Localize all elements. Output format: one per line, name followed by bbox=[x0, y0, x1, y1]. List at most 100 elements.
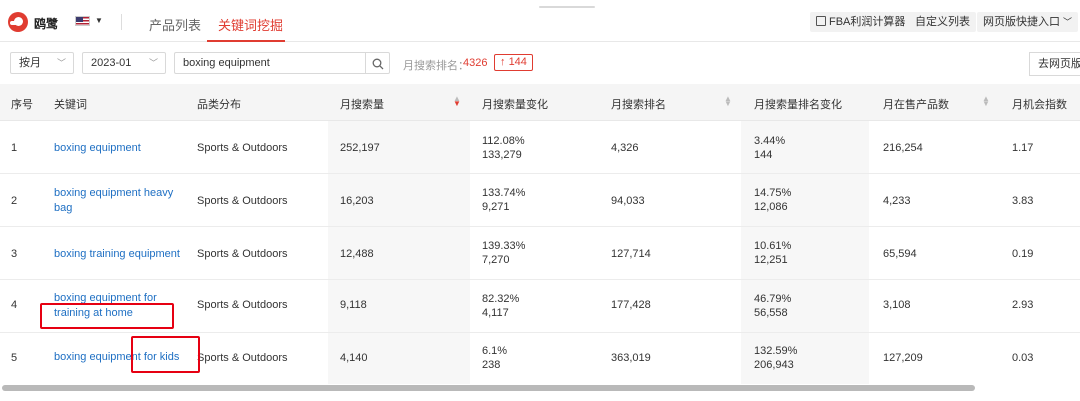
search-volume: 9,118 bbox=[340, 299, 367, 311]
tab-keyword-mining[interactable]: 关键词挖掘 bbox=[218, 15, 283, 34]
sort-icon[interactable]: ▲ ▼ bbox=[724, 95, 732, 108]
volume-change-pct: 133.74% bbox=[482, 187, 526, 199]
row-number: 2 bbox=[11, 195, 18, 207]
col-header-volume-change: 月搜索量变化 bbox=[482, 99, 548, 111]
volume-change: 139.33% 7,270 bbox=[482, 239, 525, 267]
chevron-down-icon: ﹀ bbox=[56, 58, 66, 68]
rank-change-badge: ↑ 144 bbox=[494, 54, 533, 71]
opportunity-index: 0.19 bbox=[1012, 248, 1034, 260]
col-header-rank-change: 月搜索量排名变化 bbox=[754, 99, 842, 111]
fba-calculator-label: FBA利润计算器 bbox=[829, 16, 906, 28]
custom-list-button[interactable]: 自定义列表 bbox=[909, 12, 976, 32]
category: Sports & Outdoors bbox=[197, 352, 288, 364]
volume-change-abs: 7,270 bbox=[482, 254, 510, 266]
rank-change-abs: 144 bbox=[754, 149, 773, 161]
table-header: 序号 关键词 品类分布 月搜索量 ▲ ▼ 月搜索量变化 月搜索排名 ▲ ▼ 月搜索量… bbox=[0, 84, 1080, 121]
volume-change-abs: 238 bbox=[482, 359, 501, 371]
col-header-products[interactable]: 月在售产品数 bbox=[883, 96, 949, 112]
chevron-down-icon: ﹀ bbox=[1063, 17, 1073, 27]
col-header-opportunity: 月机会指数 bbox=[1012, 99, 1067, 111]
search-volume: 4,140 bbox=[340, 352, 368, 364]
rank-change-pct: 14.75% bbox=[754, 187, 792, 199]
products-count: 4,233 bbox=[883, 195, 911, 207]
search-rank: 4,326 bbox=[611, 142, 639, 154]
volume-change: 82.32% 4,117 bbox=[482, 292, 519, 320]
search-button[interactable] bbox=[365, 52, 390, 74]
table-row: 3 boxing training equipment Sports & Out… bbox=[0, 228, 1080, 280]
col-header-rank[interactable]: 月搜索排名 bbox=[611, 96, 666, 112]
volume-change: 112.08% 133,279 bbox=[482, 134, 525, 162]
highlight-box bbox=[40, 303, 174, 329]
brand-name: 鸥鹭 bbox=[34, 17, 59, 31]
rank-change: 10.61% 12,251 bbox=[754, 239, 791, 267]
divider bbox=[121, 14, 122, 30]
search-volume: 252,197 bbox=[340, 142, 380, 154]
volume-change-pct: 82.32% bbox=[482, 293, 520, 305]
table-row: 2 boxing equipment heavy bag Sports & Ou… bbox=[0, 175, 1080, 227]
fba-calculator-button[interactable]: FBA利润计算器 bbox=[810, 12, 912, 32]
volume-change-pct: 139.33% bbox=[482, 240, 526, 252]
sort-icon[interactable]: ▲ ▼ bbox=[453, 95, 461, 108]
opportunity-index: 3.83 bbox=[1012, 195, 1034, 207]
horizontal-scrollbar-thumb[interactable] bbox=[2, 385, 975, 391]
chevron-down-icon: ﹀ bbox=[148, 58, 158, 68]
goto-web-button[interactable]: 去网页版 bbox=[1029, 52, 1080, 76]
keyword-link[interactable]: boxing equipment heavy bag bbox=[54, 186, 179, 216]
keyword-search-input[interactable] bbox=[174, 52, 366, 74]
rank-value: 4326 bbox=[463, 57, 488, 69]
search-rank: 363,019 bbox=[611, 352, 651, 364]
opportunity-index: 0.03 bbox=[1012, 352, 1034, 364]
rank-change-pct: 46.79% bbox=[754, 293, 792, 305]
quick-entry-label: 网页版快捷入口 bbox=[983, 16, 1060, 28]
products-count: 127,209 bbox=[883, 352, 923, 364]
period-value: 按月 bbox=[19, 57, 41, 69]
row-number: 4 bbox=[11, 299, 18, 311]
month-value: 2023-01 bbox=[91, 57, 132, 69]
search-rank: 177,428 bbox=[611, 299, 651, 311]
keyword-link[interactable]: boxing equipment bbox=[54, 141, 179, 156]
rank-change: 132.59% 206,943 bbox=[754, 344, 797, 372]
tab-product-list[interactable]: 产品列表 bbox=[149, 15, 201, 34]
search-volume: 12,488 bbox=[340, 248, 374, 260]
category: Sports & Outdoors bbox=[197, 142, 288, 154]
table-row: 1 boxing equipment Sports & Outdoors 252… bbox=[0, 122, 1080, 174]
products-count: 216,254 bbox=[883, 142, 923, 154]
volume-change: 6.1% 238 bbox=[482, 344, 507, 372]
caret-down-icon[interactable]: ▼ bbox=[95, 16, 103, 25]
rank-change-pct: 132.59% bbox=[754, 345, 798, 357]
us-flag-icon[interactable] bbox=[75, 16, 90, 26]
drag-handle[interactable] bbox=[539, 6, 595, 8]
category: Sports & Outdoors bbox=[197, 299, 288, 311]
quick-entry-button[interactable]: 网页版快捷入口 ﹀ bbox=[977, 12, 1079, 32]
sort-icon[interactable]: ▲ ▼ bbox=[982, 95, 990, 108]
rank-change-abs: 12,251 bbox=[754, 254, 788, 266]
month-select[interactable]: 2023-01 ﹀ bbox=[82, 52, 166, 74]
rank-change-pct: 10.61% bbox=[754, 240, 792, 252]
volume-change-abs: 133,279 bbox=[482, 149, 522, 161]
category: Sports & Outdoors bbox=[197, 248, 288, 260]
category: Sports & Outdoors bbox=[197, 195, 288, 207]
col-header-no: 序号 bbox=[11, 99, 33, 111]
products-count: 3,108 bbox=[883, 299, 911, 311]
opportunity-index: 1.17 bbox=[1012, 142, 1034, 154]
col-header-volume[interactable]: 月搜索量 bbox=[340, 96, 384, 112]
row-number: 3 bbox=[11, 248, 18, 260]
logo-icon bbox=[8, 12, 28, 32]
rank-change-pct: 3.44% bbox=[754, 135, 786, 147]
search-volume: 16,203 bbox=[340, 195, 374, 207]
highlight-box bbox=[131, 336, 200, 373]
calculator-icon bbox=[816, 16, 826, 26]
rank-change: 3.44% 144 bbox=[754, 134, 785, 162]
active-tab-underline bbox=[207, 40, 285, 42]
keyword-link[interactable]: boxing training equipment bbox=[54, 247, 184, 262]
col-header-category: 品类分布 bbox=[197, 99, 241, 111]
period-select[interactable]: 按月 ﹀ bbox=[10, 52, 74, 74]
rank-change: 46.79% 56,558 bbox=[754, 292, 791, 320]
row-number: 1 bbox=[11, 142, 18, 154]
volume-change-abs: 9,271 bbox=[482, 201, 510, 213]
search-rank: 94,033 bbox=[611, 195, 645, 207]
row-number: 5 bbox=[11, 352, 18, 364]
rank-change-abs: 12,086 bbox=[754, 201, 788, 213]
volume-change: 133.74% 9,271 bbox=[482, 186, 525, 214]
top-bar: 鸥鹭 ▼ 产品列表 关键词挖掘 FBA利润计算器 自定义列表 网页版快捷入口 ﹀ bbox=[0, 0, 1080, 42]
